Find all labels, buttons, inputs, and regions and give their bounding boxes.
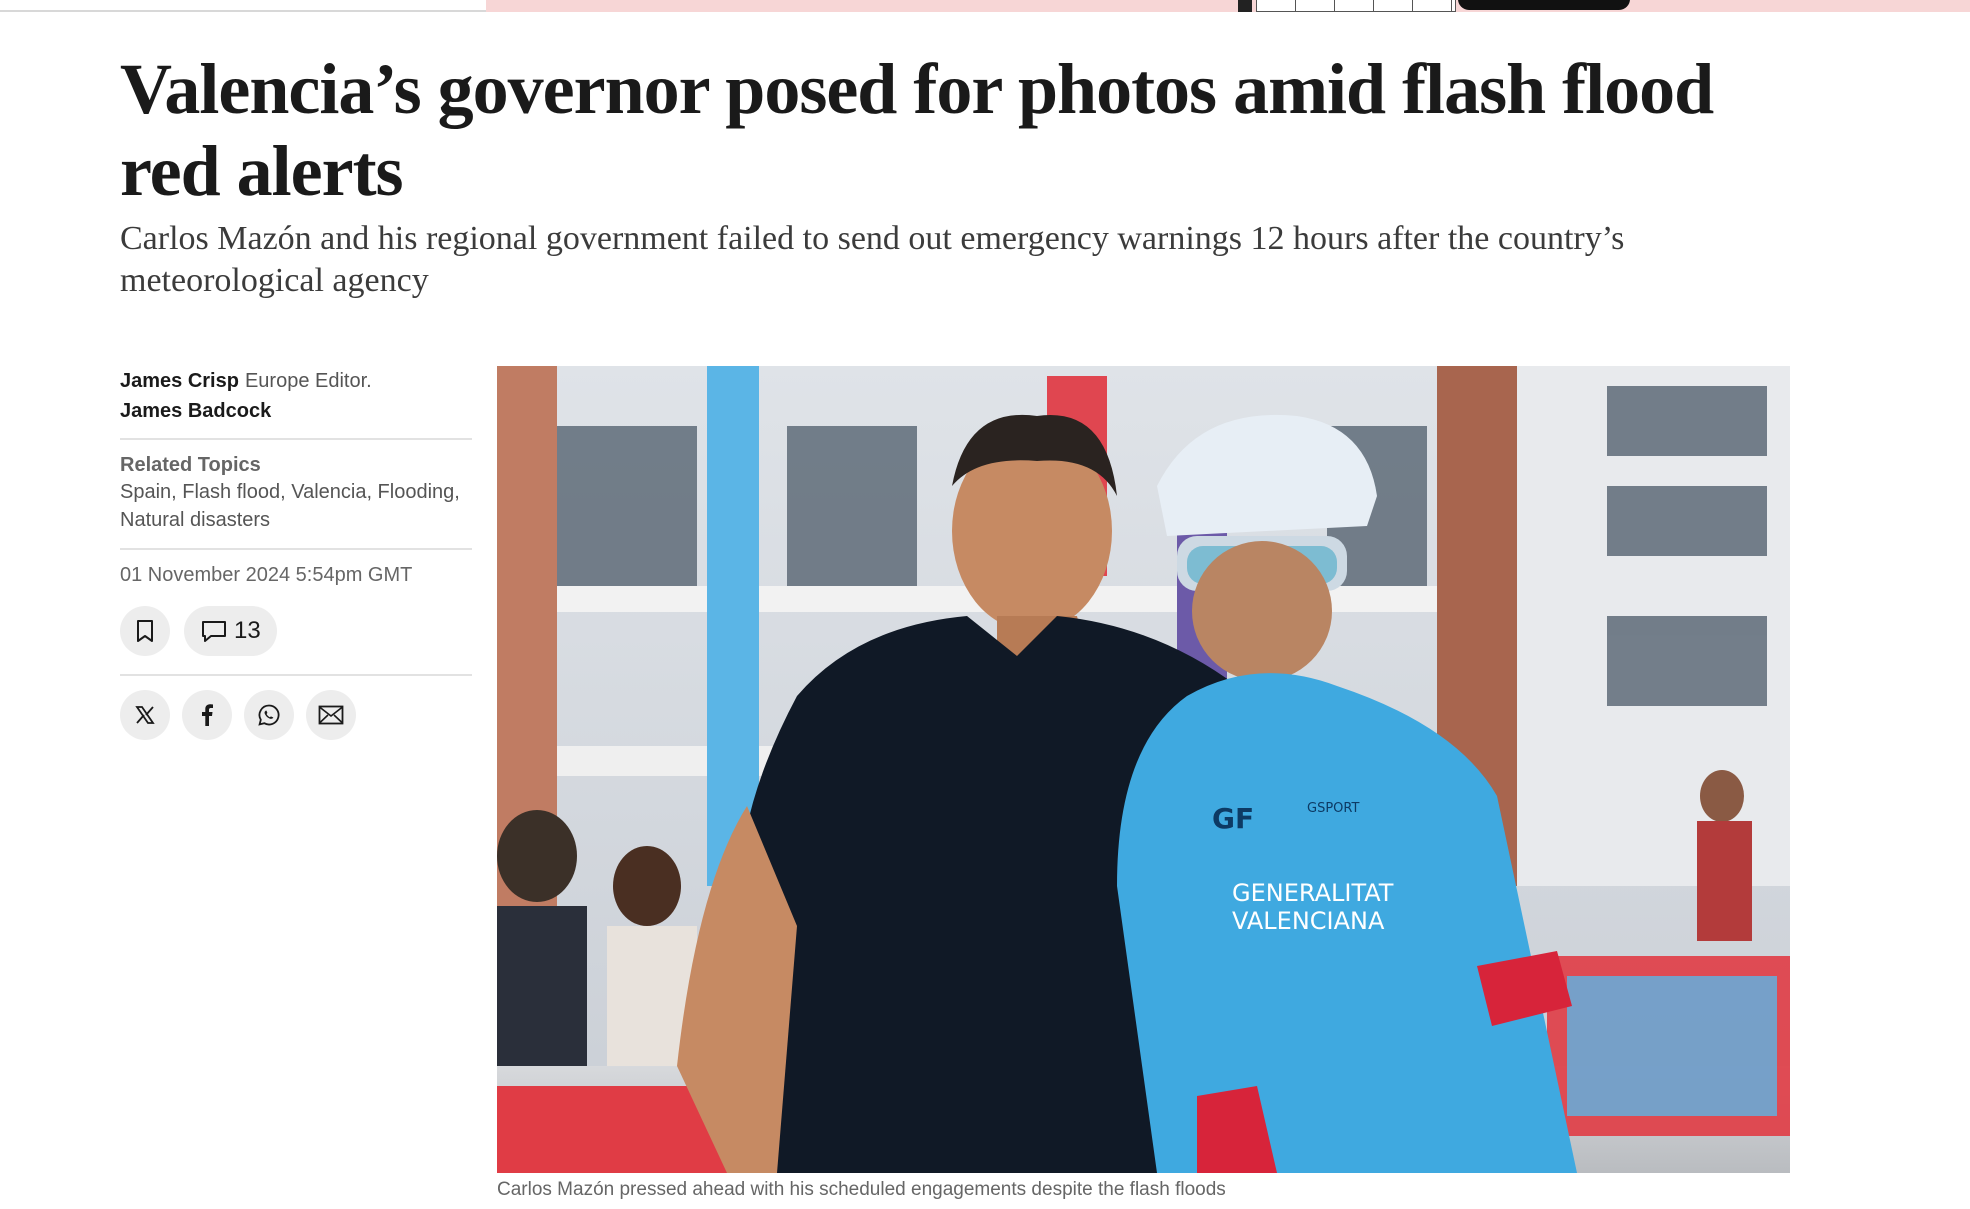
ad-element xyxy=(1256,0,1456,12)
divider xyxy=(120,674,472,676)
article-headline: Valencia’s governor posed for photos ami… xyxy=(120,49,1714,211)
divider xyxy=(120,548,472,550)
article-standfirst: Carlos Mazón and his regional government… xyxy=(120,220,1625,299)
jersey-text-line-2: VALENCIANA xyxy=(1232,907,1385,935)
comment-icon xyxy=(200,619,228,643)
related-topics-list[interactable]: Spain, Flash flood, Valencia, Flooding, … xyxy=(120,478,472,534)
facebook-icon xyxy=(200,704,214,726)
top-ad-strip xyxy=(0,0,1970,12)
bookmark-icon xyxy=(135,619,155,643)
author-name[interactable]: James Badcock xyxy=(120,400,271,422)
comment-count: 13 xyxy=(234,617,261,644)
byline: James Crisp Europe Editor. James Badcock xyxy=(120,366,472,426)
ad-element xyxy=(1238,0,1252,12)
author-name[interactable]: James Crisp xyxy=(120,370,239,392)
divider xyxy=(120,438,472,440)
bookmark-button[interactable] xyxy=(120,606,170,656)
article-meta: James Crisp Europe Editor. James Badcock … xyxy=(120,366,472,740)
ad-element xyxy=(1458,0,1630,10)
share-buttons xyxy=(120,690,472,740)
article-actions: 13 xyxy=(120,606,472,656)
top-divider xyxy=(0,10,486,12)
image-caption: Carlos Mazón pressed ahead with his sche… xyxy=(497,1179,1226,1200)
share-x-button[interactable] xyxy=(120,690,170,740)
whatsapp-icon xyxy=(257,703,281,727)
ad-banner[interactable] xyxy=(486,0,1970,12)
email-icon xyxy=(318,705,344,725)
share-facebook-button[interactable] xyxy=(182,690,232,740)
hero-illustration: GF GSPORT GENERALITAT VALENCIANA xyxy=(497,366,1790,1173)
jersey-brand: GSPORT xyxy=(1307,801,1359,816)
hero-image[interactable]: GF GSPORT GENERALITAT VALENCIANA xyxy=(497,366,1790,1173)
publish-date: 01 November 2024 5:54pm GMT xyxy=(120,564,413,586)
jersey-text-line-1: GENERALITAT xyxy=(1232,879,1394,907)
related-topics-label: Related Topics xyxy=(120,454,261,476)
comments-button[interactable]: 13 xyxy=(184,606,277,656)
x-icon xyxy=(134,704,156,726)
share-email-button[interactable] xyxy=(306,690,356,740)
jersey-logo: GF xyxy=(1212,802,1254,835)
share-whatsapp-button[interactable] xyxy=(244,690,294,740)
author-role: Europe Editor. xyxy=(244,370,372,392)
